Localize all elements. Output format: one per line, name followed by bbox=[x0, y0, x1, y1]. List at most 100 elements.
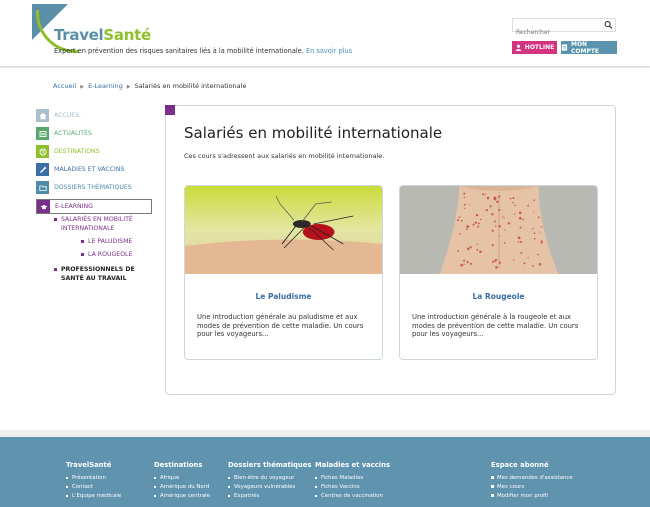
rash-spot bbox=[509, 197, 512, 200]
sidebar-item-accueil[interactable]: Accueil bbox=[36, 109, 152, 122]
sidebar-item-label: Actualités bbox=[54, 130, 92, 137]
rash-spot bbox=[468, 204, 470, 206]
breadcrumb-separator-icon: ▶ bbox=[126, 84, 131, 90]
sidebar-item-maladies[interactable]: Maladies et vaccins bbox=[36, 163, 152, 176]
about-link[interactable]: En savoir plus bbox=[306, 47, 352, 55]
rash-spot bbox=[531, 227, 534, 230]
footer-link[interactable]: Amérique centrale bbox=[154, 493, 210, 499]
course-title[interactable]: Le Paludisme bbox=[185, 292, 382, 301]
rash-spot bbox=[465, 228, 468, 231]
rash-spot bbox=[491, 213, 494, 216]
account-label: MON COMPTE bbox=[570, 40, 600, 55]
footer-heading: Dossiers thématiques bbox=[228, 461, 312, 469]
rash-spot bbox=[491, 229, 494, 232]
sidebar-item-destinations[interactable]: Destinations bbox=[36, 145, 152, 158]
rash-spot bbox=[477, 225, 480, 228]
hotline-button[interactable]: HOTLINE bbox=[512, 41, 557, 54]
footer-col-destinations: Destinations Afrique Amérique du Nord Am… bbox=[154, 461, 210, 502]
rash-spot bbox=[498, 196, 500, 198]
footer-link[interactable]: Fiches Vaccins bbox=[315, 484, 390, 490]
footer-col-maladies: Maladies et vaccins Fiches Maladies Fich… bbox=[315, 461, 390, 502]
footer-link[interactable]: Mes cours bbox=[491, 484, 573, 490]
subnav-item-rougeole[interactable]: La rougeole bbox=[81, 251, 152, 258]
subnav-item-professionnels[interactable]: Professionnels de santé au travail bbox=[54, 266, 159, 283]
footer-link[interactable]: Centres de vaccination bbox=[315, 493, 390, 499]
mosquito-image bbox=[185, 186, 382, 274]
footer-link[interactable]: L'Equipe médicale bbox=[66, 493, 121, 499]
rash-spot bbox=[533, 212, 535, 214]
sidebar-item-actualites[interactable]: Actualités bbox=[36, 127, 152, 140]
course-card-rougeole[interactable]: La Rougeole Une introduction générale à … bbox=[399, 185, 598, 360]
course-title[interactable]: La Rougeole bbox=[400, 292, 597, 301]
site-header: TravelSanté Expert en prévention des ris… bbox=[0, 0, 650, 66]
course-card-paludisme[interactable]: Le Paludisme Une introduction générale a… bbox=[184, 185, 383, 360]
breadcrumb-elearning[interactable]: E-Learning bbox=[88, 82, 123, 90]
rash-spot bbox=[533, 237, 536, 240]
user-icon bbox=[515, 44, 522, 51]
rash-spot bbox=[466, 261, 469, 264]
rash-spot bbox=[472, 223, 475, 226]
rash-spot bbox=[466, 225, 470, 228]
measles-rash-image bbox=[400, 186, 597, 274]
sidebar-item-label: Accueil bbox=[54, 112, 81, 119]
rash-spot bbox=[498, 208, 501, 211]
footer-link[interactable]: Mes demandes d'assistance bbox=[491, 475, 573, 481]
footer-link[interactable]: Fiches Maladies bbox=[315, 475, 390, 481]
rash-spot bbox=[527, 257, 529, 259]
account-button[interactable]: MON COMPTE bbox=[561, 40, 617, 55]
sidebar-item-dossiers[interactable]: Dossiers thématiques bbox=[36, 181, 152, 194]
rash-spot bbox=[482, 193, 485, 196]
course-description: Une introduction générale au paludisme e… bbox=[197, 313, 364, 339]
rash-spot bbox=[484, 193, 487, 195]
rash-spot bbox=[540, 240, 543, 243]
rash-spot bbox=[479, 250, 482, 254]
footer-link[interactable]: Présentation bbox=[66, 475, 121, 481]
breadcrumb-home[interactable]: Accueil bbox=[53, 82, 76, 90]
brand-name: TravelSanté bbox=[54, 26, 151, 44]
rash-spot bbox=[520, 240, 523, 243]
subnav-item-paludisme[interactable]: Le paludisme bbox=[81, 238, 152, 245]
rash-spot bbox=[519, 226, 522, 229]
home-icon bbox=[36, 109, 49, 122]
rash-spot bbox=[523, 262, 526, 265]
footer-link[interactable]: Voyageurs vulnérables bbox=[228, 484, 311, 490]
sidebar-subnav: Salariés en mobilité internationale Le p… bbox=[36, 216, 152, 283]
footer-link[interactable]: Bien-être du voyageur bbox=[228, 475, 311, 481]
footer-link[interactable]: Modifier mon profil bbox=[491, 493, 573, 499]
hotline-label: HOTLINE bbox=[524, 44, 555, 51]
rash-spot bbox=[463, 259, 466, 262]
footer-heading: Destinations bbox=[154, 461, 203, 469]
search-icon[interactable] bbox=[604, 20, 613, 30]
brand-part2: Santé bbox=[103, 26, 151, 44]
rash-spot bbox=[517, 241, 520, 243]
footer-heading: Espace abonné bbox=[491, 461, 549, 469]
rash-spot bbox=[486, 196, 490, 200]
search-input[interactable] bbox=[513, 26, 602, 39]
rash-spot bbox=[538, 231, 540, 233]
subnav-label: Professionnels de santé au travail bbox=[61, 266, 135, 282]
footer-link[interactable]: Expatriés bbox=[228, 493, 311, 499]
card-accent bbox=[165, 105, 175, 115]
subnav-item-salaries[interactable]: Salariés en mobilité internationale bbox=[54, 216, 145, 233]
rash-spot bbox=[463, 263, 465, 265]
footer-link[interactable]: Amérique du Nord bbox=[154, 484, 210, 490]
sidebar-item-label: Destinations bbox=[54, 148, 100, 155]
rash-spot bbox=[464, 207, 466, 210]
footer-link[interactable]: Afrique bbox=[154, 475, 210, 481]
page-title: Salariés en mobilité internationale bbox=[184, 124, 443, 142]
rash-spot bbox=[477, 222, 480, 225]
page-intro: Ces cours s'adressent aux salariés en mo… bbox=[184, 152, 385, 160]
subnav-label: Salariés en mobilité internationale bbox=[61, 216, 133, 232]
rash-spot bbox=[460, 263, 464, 267]
sidebar-item-label: Dossiers thématiques bbox=[54, 184, 132, 191]
rash-spot bbox=[533, 199, 535, 202]
rash-spot bbox=[527, 205, 529, 207]
rash-spot bbox=[498, 224, 501, 228]
travelsante-logo[interactable]: TravelSanté bbox=[32, 4, 152, 53]
rash-spot bbox=[512, 197, 515, 199]
footer-heading: Maladies et vaccins bbox=[315, 461, 390, 469]
footer-link[interactable]: Contact bbox=[66, 484, 121, 490]
sidebar-item-elearning[interactable]: E-Learning bbox=[36, 199, 152, 214]
rash-spot bbox=[532, 265, 534, 267]
site-footer: TravelSanté Présentation Contact L'Equip… bbox=[0, 437, 650, 507]
